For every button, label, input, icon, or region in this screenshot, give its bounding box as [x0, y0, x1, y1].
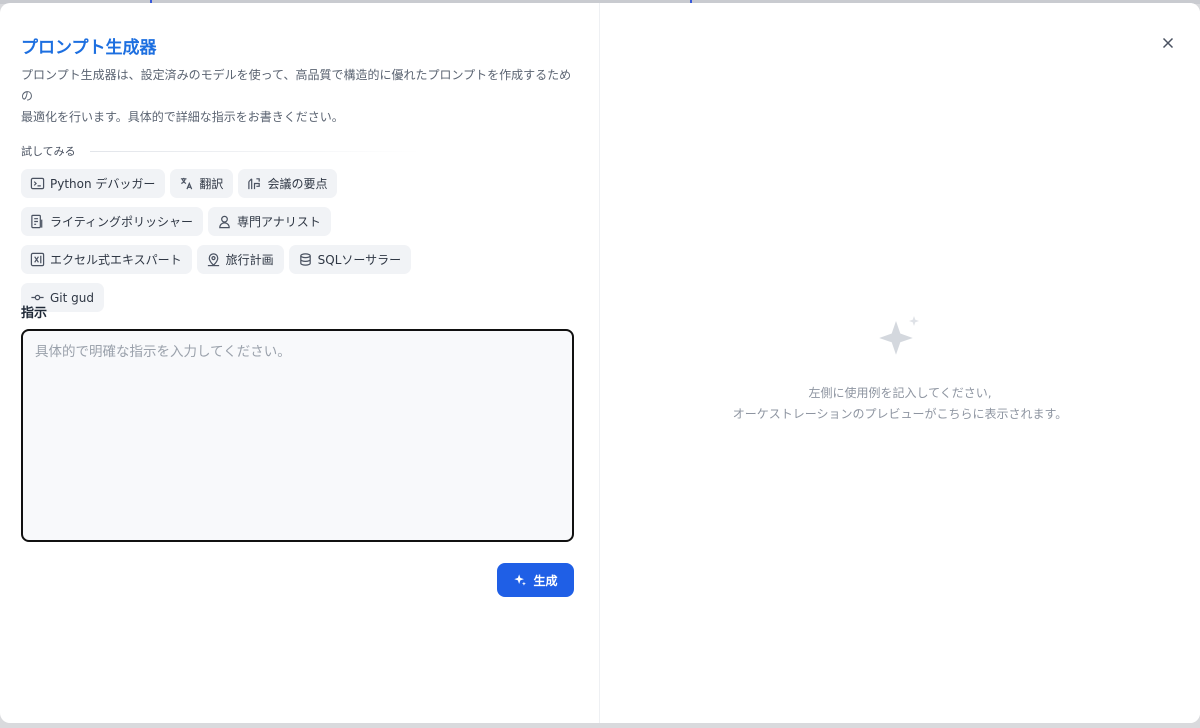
empty-preview: 左側に使用例を記入してください, オーケストレーションのプレビューがこちらに表示… [600, 313, 1200, 425]
chip-label: 会議の要点 [267, 177, 328, 191]
dialog-title: プロンプト生成器 [21, 38, 157, 58]
generate-label: 生成 [533, 573, 558, 588]
chip-translate[interactable]: 翻訳 [170, 169, 234, 198]
chip-travel-plan[interactable]: 旅行計画 [196, 245, 284, 274]
translate-icon [181, 177, 193, 190]
chip-expert-analyst[interactable]: 専門アナリスト [208, 207, 331, 236]
prompt-generator-dialog: プロンプト生成器 プロンプト生成器は、設定済みのモデルを使って、高品質で構造的に… [0, 3, 1200, 723]
terminal-icon [30, 177, 45, 190]
chip-python-debugger[interactable]: Python デバッガー [21, 169, 166, 198]
try-section-header: 試してみる [21, 143, 421, 159]
chip-meeting-notes[interactable]: 会議の要点 [238, 169, 338, 198]
divider [89, 150, 421, 152]
description-line: 最適化を行います。具体的で詳細な指示をお書きください。 [21, 110, 344, 124]
generate-button[interactable]: 生成 [497, 563, 574, 597]
empty-text-line: オーケストレーションのプレビューがこちらに表示されます。 [732, 407, 1068, 421]
meeting-icon [248, 178, 261, 190]
user-icon [219, 215, 230, 229]
chip-excel-expert[interactable]: エクセル式エキスパート [21, 245, 192, 274]
left-panel: プロンプト生成器 プロンプト生成器は、設定済みのモデルを使って、高品質で構造的に… [0, 3, 600, 723]
chip-label: Python デバッガー [50, 177, 156, 191]
excel-icon [30, 252, 45, 267]
chip-label: Git gud [50, 290, 94, 305]
preview-panel: 左側に使用例を記入してください, オーケストレーションのプレビューがこちらに表示… [600, 3, 1200, 723]
chip-label: 旅行計画 [225, 253, 274, 267]
close-button[interactable] [1158, 33, 1178, 53]
try-label: 試してみる [21, 145, 76, 158]
chip-writing-polisher[interactable]: ライティングポリッシャー [21, 207, 204, 236]
dialog-description: プロンプト生成器は、設定済みのモデルを使って、高品質で構造的に優れたプロンプトを… [21, 65, 581, 128]
map-pin-icon [207, 253, 219, 267]
chip-label: エクセル式エキスパート [50, 253, 182, 267]
sparkle-icon [514, 574, 527, 586]
chip-label: 翻訳 [199, 177, 224, 191]
description-line: プロンプト生成器は、設定済みのモデルを使って、高品質で構造的に優れたプロンプトを… [21, 68, 572, 103]
chip-label: 専門アナリスト [237, 215, 321, 229]
close-icon [1162, 37, 1174, 49]
example-chips: Python デバッガー 翻訳 会議の要点 ライティングポリッシャー 専門アナリ… [21, 169, 496, 312]
chip-label: SQLソーサラー [317, 253, 402, 267]
empty-text-line: 左側に使用例を記入してください, [808, 386, 992, 400]
chip-label: ライティングポリッシャー [50, 215, 194, 229]
instructions-textarea[interactable] [21, 329, 574, 542]
empty-preview-text: 左側に使用例を記入してください, オーケストレーションのプレビューがこちらに表示… [600, 383, 1200, 425]
sparkle-icon [879, 316, 919, 355]
database-icon [299, 253, 311, 266]
chip-sql-sorcerer[interactable]: SQLソーサラー [288, 245, 412, 274]
document-edit-icon [31, 214, 43, 229]
instructions-label: 指示 [21, 306, 48, 321]
